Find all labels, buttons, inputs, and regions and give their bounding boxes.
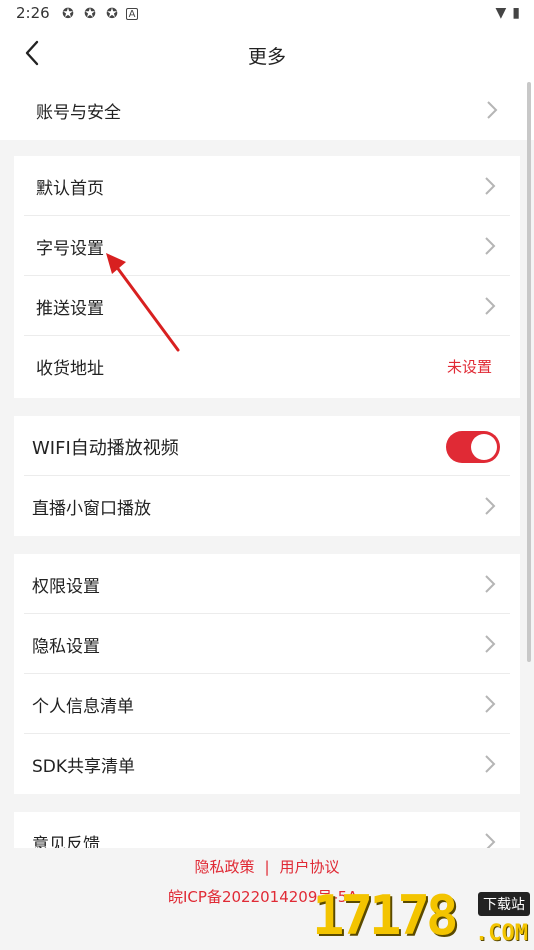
system-icons: ▼ ▮ — [496, 5, 521, 21]
row-sdk-share-list[interactable]: SDK共享清单 — [14, 734, 520, 794]
chevron-right-icon — [485, 755, 496, 773]
row-wifi-autoplay: WIFI自动播放视频 — [14, 416, 520, 476]
page-title: 更多 — [247, 46, 286, 68]
general-settings-card: 默认首页 字号设置 推送设置 收货地址 未设置 — [14, 156, 520, 398]
badge-icon: A — [126, 8, 138, 20]
row-label: WIFI自动播放视频 — [32, 438, 179, 459]
row-font-size[interactable]: 字号设置 — [14, 216, 520, 276]
watermark-suffix: .COM — [475, 921, 528, 946]
battery-icon: ▮ — [512, 5, 520, 21]
row-label: 推送设置 — [36, 299, 104, 319]
chevron-right-icon — [485, 497, 496, 515]
status-time: 2:26 — [16, 4, 50, 22]
row-label: 隐私设置 — [32, 637, 100, 657]
chevron-right-icon — [487, 101, 498, 119]
chevron-right-icon — [485, 297, 496, 315]
watermark-tag: 下载站 — [478, 892, 530, 916]
feedback-card: 意见反馈 — [14, 812, 520, 848]
chevron-right-icon — [485, 177, 496, 195]
app-notification-icon: ✪ — [106, 6, 118, 22]
row-label: 默认首页 — [36, 179, 104, 199]
chevron-right-icon — [485, 575, 496, 593]
app-notification-icon: ✪ — [62, 6, 74, 22]
notification-icons: ✪ ✪ ✪ A — [60, 6, 138, 22]
user-agreement-link[interactable]: 用户协议 — [280, 858, 340, 876]
toggle-knob — [471, 434, 497, 460]
row-feedback[interactable]: 意见反馈 — [14, 812, 520, 848]
row-personal-info-list[interactable]: 个人信息清单 — [14, 674, 520, 734]
app-notification-icon: ✪ — [84, 6, 96, 22]
chevron-right-icon — [485, 833, 496, 848]
row-label: 意见反馈 — [32, 835, 100, 848]
row-label: 直播小窗口播放 — [32, 499, 151, 519]
privacy-card: 权限设置 隐私设置 个人信息清单 SDK共享清单 — [14, 554, 520, 794]
row-label: 账号与安全 — [36, 103, 121, 123]
wifi-icon: ▼ — [495, 5, 507, 21]
scrollbar[interactable] — [527, 82, 531, 662]
chevron-right-icon — [485, 237, 496, 255]
row-label: 收货地址 — [36, 359, 104, 379]
top-nav: 更多 — [0, 28, 534, 80]
row-label: 权限设置 — [32, 577, 100, 597]
account-card: 账号与安全 — [0, 80, 534, 140]
watermark-digits: 17178 — [312, 884, 459, 947]
chevron-right-icon — [485, 635, 496, 653]
footer-separator: | — [264, 858, 270, 876]
video-settings-card: WIFI自动播放视频 直播小窗口播放 — [14, 416, 520, 536]
chevron-right-icon — [485, 695, 496, 713]
settings-list[interactable]: 账号与安全 默认首页 字号设置 推送设置 收货地址 未设置 WIFI自动播放视频 — [0, 80, 534, 848]
footer-links: 隐私政策 | 用户协议 — [0, 856, 534, 877]
row-account-security[interactable]: 账号与安全 — [0, 80, 534, 140]
row-privacy-settings[interactable]: 隐私设置 — [14, 614, 520, 674]
row-label: SDK共享清单 — [32, 757, 136, 777]
status-bar: 2:26 ✪ ✪ ✪ A ▼ ▮ — [0, 0, 534, 28]
row-push-settings[interactable]: 推送设置 — [14, 276, 520, 336]
privacy-policy-link[interactable]: 隐私政策 — [194, 858, 254, 876]
row-label: 字号设置 — [36, 239, 104, 259]
site-watermark: 17178 下载站 .COM — [312, 884, 532, 950]
row-permissions[interactable]: 权限设置 — [14, 554, 520, 614]
wifi-autoplay-toggle[interactable] — [446, 431, 500, 463]
row-live-mini-window[interactable]: 直播小窗口播放 — [14, 476, 520, 536]
address-status: 未设置 — [446, 358, 492, 376]
row-default-home[interactable]: 默认首页 — [14, 156, 520, 216]
row-shipping-address[interactable]: 收货地址 未设置 — [14, 336, 520, 396]
row-label: 个人信息清单 — [32, 697, 134, 717]
